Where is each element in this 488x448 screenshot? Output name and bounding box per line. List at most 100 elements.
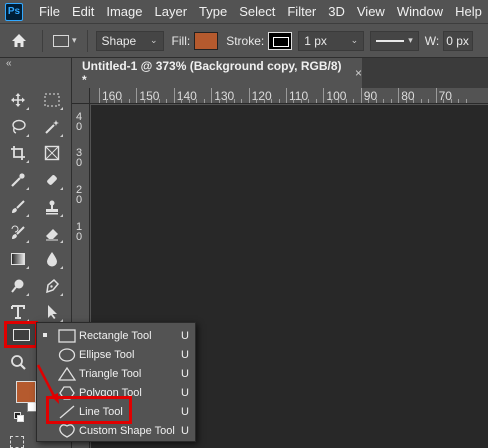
stroke-label: Stroke: (226, 33, 265, 48)
ruler-minor-tick (428, 99, 430, 103)
dodge-tool-icon[interactable] (6, 275, 30, 297)
ruler-minor-tick (383, 99, 385, 103)
ruler-tick (435, 88, 437, 103)
ruler-label: 110 (289, 89, 309, 103)
rectangle-tool-button[interactable] (4, 321, 38, 348)
collapse-panel-icon[interactable]: « (6, 58, 12, 69)
tool-preset-picker[interactable]: ▾ (47, 34, 83, 47)
ruler-minor-tick (278, 99, 280, 103)
blur-tool-icon[interactable] (40, 248, 64, 270)
ruler-minor-tick (300, 99, 302, 103)
ruler-label: 160 (102, 89, 123, 103)
document-tab[interactable]: Untitled-1 @ 373% (Background copy, RGB/… (72, 58, 362, 88)
spot-healing-brush-icon[interactable] (40, 169, 64, 191)
chevron-down-icon: ▾ (408, 35, 413, 45)
ruler-tick (360, 88, 362, 103)
ruler-minor-tick (413, 99, 415, 103)
eyedropper-tool-icon[interactable] (6, 169, 30, 191)
menu-help[interactable]: Help (449, 0, 488, 24)
stroke-width-select[interactable]: 1 px ⌄ (298, 30, 365, 51)
ruler-minor-tick (420, 99, 422, 103)
ruler-origin[interactable] (72, 88, 90, 104)
flyout-item-shortcut: U (181, 424, 189, 437)
ruler-minor-tick (113, 99, 115, 103)
menu-3d[interactable]: 3D (322, 0, 351, 24)
ruler-label: 0 (76, 194, 83, 206)
zoom-tool-icon[interactable] (6, 351, 30, 373)
clone-stamp-tool-icon[interactable] (40, 196, 64, 218)
crop-tool-icon[interactable] (6, 142, 30, 164)
ruler-minor-tick (143, 99, 145, 103)
rectangle-icon (12, 328, 30, 341)
flyout-item-rectangle-tool[interactable]: Rectangle Tool U (37, 326, 197, 345)
move-tool-icon[interactable] (6, 89, 30, 111)
ruler-minor-tick (166, 99, 168, 103)
stroke-color-swatch[interactable] (268, 31, 293, 50)
home-icon[interactable] (0, 33, 38, 48)
ruler-minor-tick (151, 99, 153, 103)
flyout-item-label: Custom Shape Tool (79, 424, 175, 437)
flyout-item-ellipse-tool[interactable]: Ellipse Tool U (37, 345, 197, 364)
horizontal-ruler[interactable]: 160 150 140 130 120 110 100 90 80 70 (90, 88, 488, 104)
default-colors-icon[interactable] (14, 411, 24, 422)
flyout-item-shortcut: U (181, 386, 189, 399)
photoshop-logo[interactable]: Ps (5, 2, 23, 21)
flyout-item-label: Rectangle Tool (79, 329, 152, 342)
ruler-minor-tick (218, 99, 220, 103)
ruler-minor-tick (271, 99, 273, 103)
width-label: W: (424, 33, 440, 48)
menu-select[interactable]: Select (233, 0, 281, 24)
stroke-width-value: 1 px (304, 33, 327, 48)
ruler-minor-tick (181, 99, 183, 103)
line-style-preview (376, 39, 405, 42)
gradient-tool-icon[interactable] (6, 248, 30, 270)
width-input[interactable]: 0 px (443, 30, 474, 51)
pen-tool-icon[interactable] (40, 275, 64, 297)
ruler-minor-tick (338, 99, 340, 103)
ruler-tick (286, 88, 287, 103)
stroke-type-picker[interactable]: ▾ (370, 30, 419, 51)
close-icon[interactable]: × (355, 66, 362, 80)
menu-window[interactable]: Window (391, 0, 449, 24)
menu-file[interactable]: File (33, 0, 66, 24)
history-brush-icon[interactable] (6, 222, 30, 244)
type-tool-icon[interactable] (6, 301, 30, 323)
path-selection-tool-icon[interactable] (40, 301, 64, 323)
ruler-minor-tick (188, 99, 190, 103)
ruler-tick (211, 88, 213, 103)
lasso-tool-icon[interactable] (6, 116, 30, 138)
menu-view[interactable]: View (351, 0, 391, 24)
width-value: 0 px (446, 33, 469, 48)
magic-wand-tool-icon[interactable] (40, 116, 64, 138)
ruler-tick (173, 88, 175, 103)
eraser-tool-icon[interactable] (40, 222, 64, 244)
ruler-tick (398, 88, 400, 103)
menu-type[interactable]: Type (193, 0, 233, 24)
menu-bar: Ps File Edit Image Layer Type Select Fil… (0, 0, 488, 24)
fill-color-swatch[interactable] (194, 31, 219, 50)
quick-mask-icon[interactable] (10, 436, 24, 448)
custom-shape-icon (58, 423, 76, 438)
tool-mode-select[interactable]: Shape ⌄ (95, 30, 164, 51)
ruler-minor-tick (315, 99, 317, 103)
frame-tool-icon[interactable] (40, 142, 64, 164)
brush-tool-icon[interactable] (6, 196, 30, 218)
menu-edit[interactable]: Edit (66, 0, 100, 24)
ruler-minor-tick (465, 99, 467, 103)
flyout-item-shortcut: U (181, 367, 189, 380)
flyout-item-triangle-tool[interactable]: Triangle Tool U (37, 364, 197, 383)
menu-filter[interactable]: Filter (281, 0, 322, 24)
ruler-minor-tick (450, 99, 452, 103)
ruler-label: 0 (76, 157, 83, 169)
marquee-tool-icon[interactable] (40, 89, 64, 111)
ruler-label: 0 (76, 121, 83, 133)
ruler-minor-tick (330, 99, 332, 103)
rectangle-icon (53, 34, 69, 47)
ruler-minor-tick (203, 99, 205, 103)
foreground-color-swatch[interactable] (16, 381, 36, 403)
options-bar: ▾ Shape ⌄ Fill: Stroke: 1 px ⌄ ▾ W: 0 px (0, 24, 488, 58)
separator (42, 29, 43, 52)
menu-image[interactable]: Image (100, 0, 148, 24)
ruler-tick (323, 88, 325, 103)
menu-layer[interactable]: Layer (149, 0, 194, 24)
